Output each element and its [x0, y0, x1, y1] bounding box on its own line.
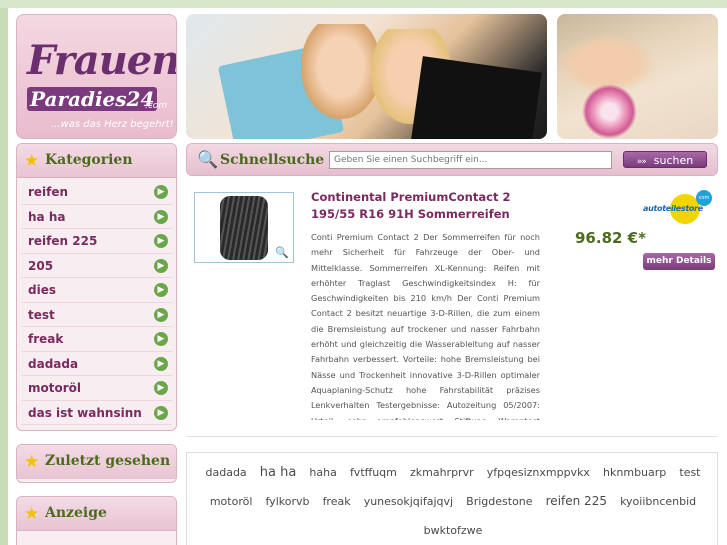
shop-logo-text: autoteilestore [643, 204, 703, 213]
product-title[interactable]: Continental PremiumContact 2 195/55 R16 … [311, 189, 541, 223]
arrow-right-icon[interactable]: ▶ [154, 209, 168, 224]
shop-logo-word2: store [680, 204, 703, 213]
arrow-right-icon[interactable]: ▶ [154, 185, 168, 199]
arrow-right-icon[interactable]: ▶ [154, 283, 168, 297]
category-label: motoröl [28, 381, 82, 395]
category-item[interactable]: ha ha ▶ [21, 205, 172, 229]
category-label: dadada [28, 356, 79, 371]
tag-cloud-inner: dadada ha ha haha fvtffuqm zkmahrprvr yf… [187, 457, 719, 544]
arrow-right-icon[interactable]: ▶ [154, 307, 168, 322]
star-icon: ★ [24, 151, 40, 171]
category-label: freak [28, 332, 64, 346]
quick-search-bar: 🔍 Schnellsuche »» suchen [186, 143, 718, 176]
recent-box: ★ Zuletzt gesehen [16, 444, 177, 483]
category-label: dies [28, 283, 56, 297]
category-item[interactable]: reifen ▶ [21, 180, 172, 205]
shop-logo-word1: autoteile [643, 204, 681, 213]
shopping-bag-black [410, 56, 542, 139]
recent-title: Zuletzt gesehen [45, 453, 171, 469]
tag-link[interactable]: zkmahrprvr [410, 466, 474, 479]
category-item[interactable]: 205 ▶ [21, 254, 172, 278]
tag-link[interactable]: fylkorvb [266, 495, 310, 508]
woman-face-left [301, 24, 381, 119]
search-button[interactable]: »» suchen [623, 151, 707, 168]
product-price: 96.82 €* [575, 229, 646, 247]
arrow-right-icon[interactable]: ▶ [154, 234, 168, 248]
category-label: test [28, 307, 55, 322]
search-input[interactable] [329, 151, 612, 169]
arrow-right-icon[interactable]: ▶ [154, 381, 168, 395]
tag-link[interactable]: freak [323, 495, 351, 508]
tag-link[interactable]: kyoiibncenbid [620, 495, 696, 508]
search-button-label: suchen [653, 154, 694, 167]
shopping-banner-image [186, 14, 547, 139]
tag-link[interactable]: haha [309, 466, 336, 479]
relax-banner-image [557, 14, 718, 139]
recent-header: ★ Zuletzt gesehen [17, 445, 176, 479]
tyre-image [220, 196, 268, 260]
arrow-right-icon[interactable]: ▶ [154, 332, 168, 346]
logo-line2-text: Paradies [30, 87, 127, 111]
tag-link[interactable]: reifen 225 [546, 494, 607, 508]
category-label: ha ha [28, 209, 66, 224]
zoom-icon[interactable]: 🔍 [275, 246, 289, 259]
star-icon: ★ [24, 452, 40, 472]
tag-link[interactable]: Brigdestone [466, 495, 532, 508]
category-item[interactable]: das ist wahnsinn ▶ [21, 401, 172, 425]
arrow-right-icon[interactable]: ▶ [154, 356, 168, 371]
category-item[interactable]: freak ▶ [21, 327, 172, 352]
category-label: reifen 225 [28, 234, 98, 248]
divider [186, 436, 718, 437]
double-chevron-icon: »» [636, 157, 647, 167]
categories-title: Kategorien [45, 152, 133, 168]
product-thumbnail[interactable]: 🔍 [194, 192, 294, 263]
category-item[interactable]: reifen 225 ▶ [21, 229, 172, 254]
site-logo[interactable]: Frauen Paradies24 .com ...was das Herz b… [16, 14, 177, 139]
tag-link[interactable]: yunesokjqifajqvj [364, 495, 453, 508]
category-label: 205 [28, 258, 54, 273]
shop-logo[interactable]: com autoteilestore [643, 190, 713, 224]
category-item[interactable]: dies ▶ [21, 278, 172, 303]
tag-cloud: dadada ha ha haha fvtffuqm zkmahrprvr yf… [186, 452, 718, 545]
top-stripe [0, 0, 727, 8]
flower-image [582, 84, 637, 139]
ads-box: ★ Anzeige [16, 496, 177, 545]
category-label: das ist wahnsinn [28, 405, 142, 420]
categories-header: ★ Kategorien [17, 144, 176, 178]
logo-domain: .com [145, 101, 168, 111]
logo-tagline: ...was das Herz begehrt! [51, 119, 174, 130]
categories-list: reifen ▶ ha ha ▶ reifen 225 ▶ 205 ▶ dies ▶ test ▶ fr… [17, 178, 176, 427]
more-details-button[interactable]: mehr Details [643, 253, 715, 270]
arrow-right-icon[interactable]: ▶ [154, 258, 168, 273]
product-description: Conti Premium Contact 2 Der Sommerreifen… [311, 232, 540, 420]
tag-link[interactable]: dadada [206, 466, 247, 479]
logo-line1: Frauen [27, 37, 177, 84]
star-icon: ★ [24, 504, 40, 524]
tag-link[interactable]: hknmbuarp [603, 466, 666, 479]
tag-link[interactable]: motoröl [210, 495, 253, 508]
category-item[interactable]: test ▶ [21, 303, 172, 327]
tag-link[interactable]: ha ha [260, 465, 297, 480]
categories-box: ★ Kategorien reifen ▶ ha ha ▶ reifen 225 ▶ 205… [16, 143, 177, 431]
tag-link[interactable]: test [679, 466, 700, 479]
category-item[interactable]: dadada ▶ [21, 352, 172, 376]
search-title: Schnellsuche [220, 152, 325, 168]
arrow-right-icon[interactable]: ▶ [154, 405, 168, 420]
tag-link[interactable]: yfpqesiznxmppvkx [487, 466, 590, 479]
tag-link[interactable]: fvtffuqm [350, 466, 397, 479]
tag-link[interactable]: bwktofzwe [424, 524, 483, 537]
category-label: reifen [28, 185, 69, 199]
magnifier-icon: 🔍 [197, 150, 219, 170]
category-item[interactable]: motoröl ▶ [21, 376, 172, 401]
ads-header: ★ Anzeige [17, 497, 176, 531]
ads-title: Anzeige [45, 505, 107, 521]
logo-line2: Paradies24 [27, 87, 158, 111]
